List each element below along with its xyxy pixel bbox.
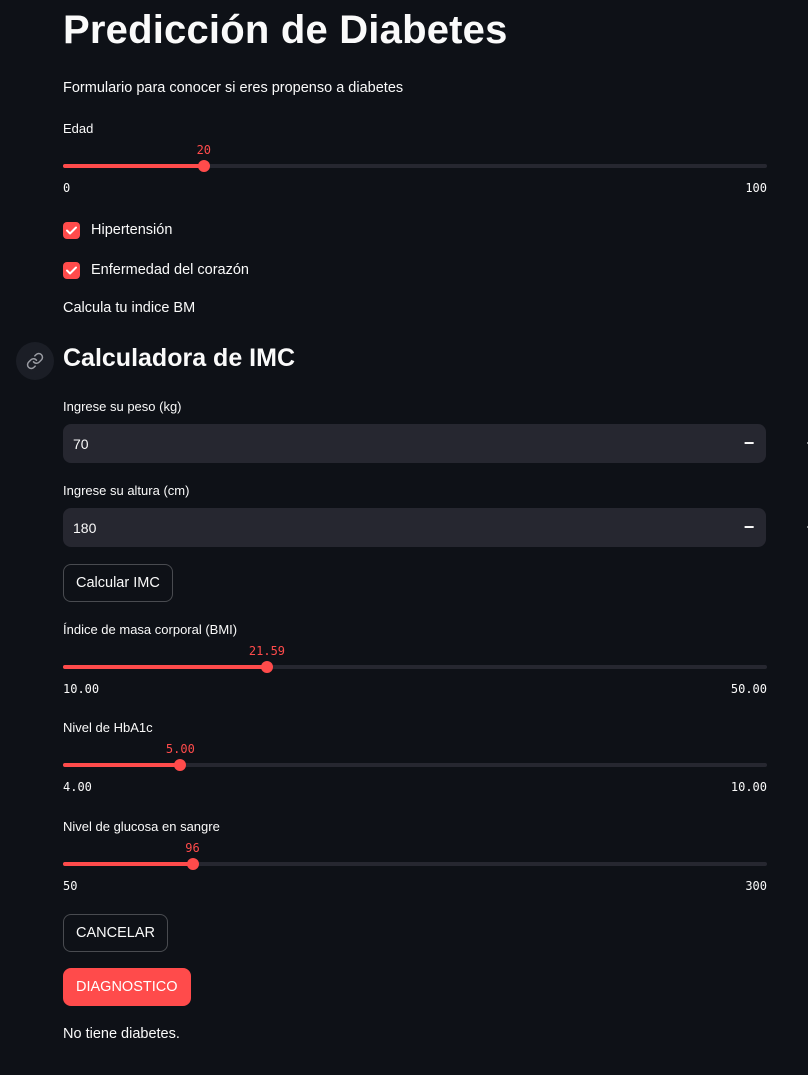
edad-value: 20 bbox=[196, 143, 212, 157]
hba1c-thumb[interactable] bbox=[174, 759, 187, 771]
checkbox-hipertension-label: Hipertensión bbox=[91, 222, 173, 238]
checkbox-checked-icon[interactable] bbox=[63, 221, 80, 239]
altura-decrement-button[interactable]: − bbox=[733, 508, 765, 547]
bmi-track[interactable] bbox=[63, 665, 767, 669]
edad-min: 0 bbox=[63, 181, 71, 195]
peso-increment-button[interactable]: + bbox=[796, 424, 808, 463]
bmi-value: 21.59 bbox=[248, 644, 286, 658]
glucosa-value: 96 bbox=[185, 841, 200, 855]
calcular-imc-button[interactable]: Calcular IMC bbox=[63, 564, 173, 602]
hba1c-max: 10.00 bbox=[730, 780, 767, 794]
result-text: No tiene diabetes. bbox=[63, 1026, 180, 1042]
checkbox-hipertension[interactable]: Hipertensión bbox=[63, 220, 172, 240]
altura-number-input: − + bbox=[63, 508, 808, 547]
bmi-min: 10.00 bbox=[63, 682, 100, 696]
hba1c-value: 5.00 bbox=[165, 742, 195, 756]
edad-label: Edad bbox=[63, 121, 94, 136]
bmi-label: Índice de masa corporal (BMI) bbox=[63, 622, 238, 637]
peso-label: Ingrese su peso (kg) bbox=[63, 399, 182, 414]
calculator-title: Calculadora de IMC bbox=[63, 344, 295, 372]
hba1c-label: Nivel de HbA1c bbox=[63, 720, 153, 735]
cancel-button[interactable]: CANCELAR bbox=[63, 914, 168, 952]
app-page: Predicción de Diabetes Formulario para c… bbox=[0, 0, 808, 1075]
checkbox-enfermedad-label: Enfermedad del corazón bbox=[91, 262, 249, 278]
glucosa-slider[interactable]: 96 50 300 bbox=[63, 838, 767, 898]
altura-input[interactable] bbox=[73, 508, 673, 547]
edad-thumb[interactable] bbox=[197, 160, 210, 172]
page-subtitle: Formulario para conocer si eres propenso… bbox=[63, 80, 404, 96]
glucosa-max: 300 bbox=[745, 879, 767, 893]
edad-max: 100 bbox=[745, 181, 767, 195]
page-title: Predicción de Diabetes bbox=[63, 8, 508, 52]
peso-decrement-hit bbox=[733, 424, 765, 463]
hba1c-slider[interactable]: 5.00 4.00 10.00 bbox=[63, 739, 767, 799]
altura-increment-button[interactable]: + bbox=[796, 508, 808, 547]
edad-slider[interactable]: 20 0 100 bbox=[63, 140, 767, 200]
link-icon[interactable] bbox=[16, 342, 54, 380]
bmi-slider[interactable]: 21.59 10.00 50.00 bbox=[63, 641, 767, 701]
peso-number-input: − + bbox=[63, 424, 808, 463]
bmi-note: Calcula tu indice BM bbox=[63, 300, 196, 316]
bmi-max: 50.00 bbox=[730, 682, 767, 696]
glucosa-label: Nivel de glucosa en sangre bbox=[63, 819, 220, 834]
edad-track[interactable] bbox=[63, 164, 767, 168]
glucosa-min: 50 bbox=[63, 879, 78, 893]
bmi-thumb[interactable] bbox=[260, 661, 273, 673]
glucosa-track[interactable] bbox=[63, 862, 767, 866]
checkbox-enfermedad-corazon[interactable]: Enfermedad del corazón bbox=[63, 260, 249, 280]
glucosa-thumb[interactable] bbox=[186, 858, 199, 870]
hba1c-fill bbox=[63, 763, 181, 767]
checkbox-checked-icon[interactable] bbox=[63, 261, 80, 279]
bmi-fill bbox=[63, 665, 267, 669]
edad-fill bbox=[63, 164, 204, 168]
glucosa-fill bbox=[63, 862, 193, 866]
altura-label: Ingrese su altura (cm) bbox=[63, 483, 190, 498]
hba1c-track[interactable] bbox=[63, 763, 767, 767]
peso-input[interactable] bbox=[73, 424, 673, 463]
diagnose-button[interactable]: DIAGNOSTICO bbox=[63, 968, 191, 1006]
hba1c-min: 4.00 bbox=[63, 780, 92, 794]
